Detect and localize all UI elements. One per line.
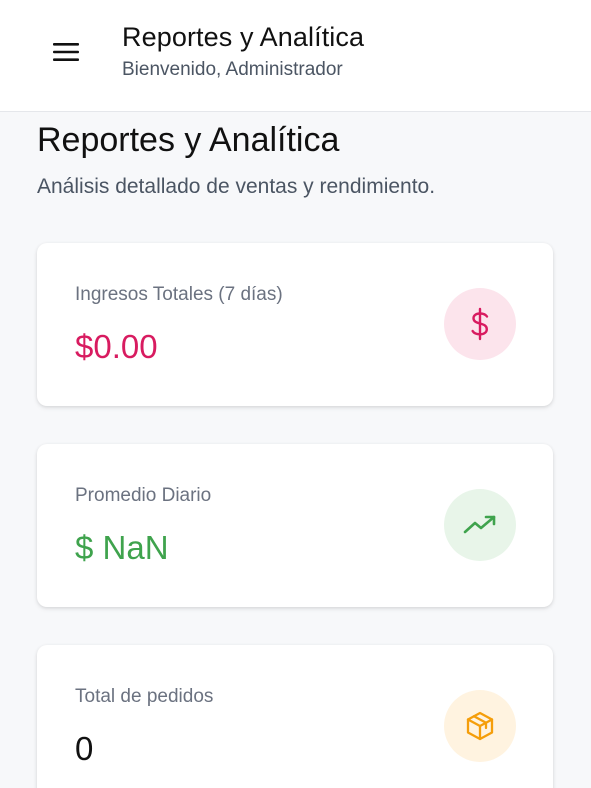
app-bar-subtitle: Bienvenido, Administrador: [122, 59, 343, 80]
hamburger-menu-icon: [53, 43, 79, 61]
stat-card-total-orders: Total de pedidos 0: [37, 645, 553, 788]
stat-card-daily-average: Promedio Diario $ NaN: [37, 444, 553, 607]
app-bar-titles: Reportes y Analítica Bienvenido, Adminis…: [122, 20, 364, 83]
page-title: Reportes y Analítica: [37, 121, 340, 159]
stat-icon-badge: [444, 288, 516, 360]
stat-card-total-revenue: Ingresos Totales (7 días) $0.00: [37, 243, 553, 406]
stat-value: 0: [75, 730, 94, 767]
stat-icon-badge: [444, 489, 516, 561]
app-bar-title: Reportes y Analítica: [122, 22, 365, 52]
page-description: Análisis detallado de ventas y rendimien…: [37, 175, 436, 198]
stat-icon-badge: [444, 690, 516, 762]
stat-label: Total de pedidos: [75, 686, 214, 707]
menu-button[interactable]: [44, 30, 88, 74]
stat-label: Ingresos Totales (7 días): [75, 284, 283, 305]
top-app-bar: Reportes y Analítica Bienvenido, Adminis…: [0, 0, 591, 112]
app-root: Reportes y Analítica Bienvenido, Adminis…: [0, 0, 591, 788]
stat-label: Promedio Diario: [75, 485, 212, 506]
dollar-icon: [471, 307, 489, 341]
package-icon: [466, 711, 494, 741]
trending-up-icon: [463, 515, 496, 534]
stat-value: $0.00: [75, 328, 158, 365]
stat-value: $ NaN: [75, 529, 169, 566]
